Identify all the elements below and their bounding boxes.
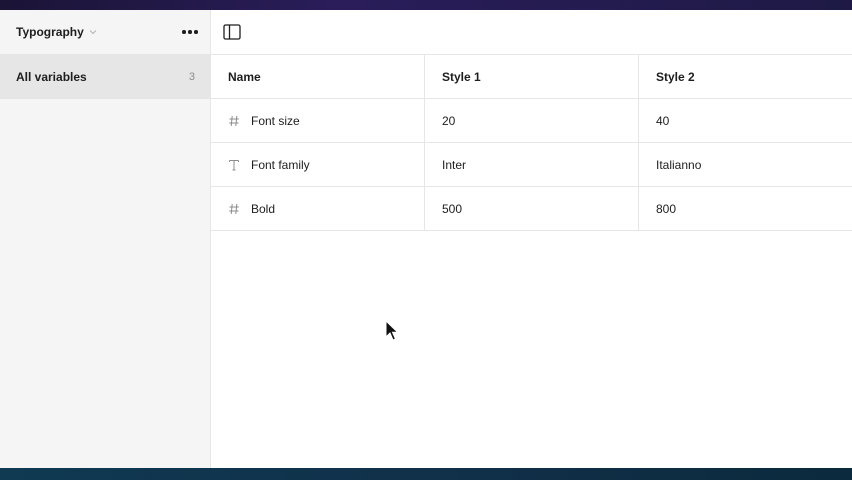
- variable-name-cell[interactable]: Bold: [211, 187, 425, 230]
- more-horizontal-icon: [182, 30, 186, 34]
- variables-table: Name Style 1 Style 2 Font size 20 40 Fon…: [211, 54, 852, 231]
- table-row[interactable]: Font size 20 40: [211, 99, 852, 143]
- sidebar-toggle-icon[interactable]: [223, 24, 241, 40]
- top-backdrop: [0, 0, 852, 10]
- variables-modal: Typography All variables 3 Name Style 1: [0, 10, 852, 468]
- value-cell-style-1[interactable]: Inter: [425, 143, 639, 186]
- text-type-icon: [229, 159, 239, 170]
- column-header-style-2[interactable]: Style 2: [639, 55, 852, 98]
- value-cell-style-1[interactable]: 20: [425, 99, 639, 142]
- column-header-style-1[interactable]: Style 1: [425, 55, 639, 98]
- chevron-down-icon[interactable]: [89, 28, 97, 36]
- number-icon: [229, 115, 239, 126]
- sidebar-item-label: All variables: [16, 69, 87, 84]
- number-icon: [229, 203, 239, 214]
- mouse-cursor-icon: [385, 320, 399, 341]
- table-row[interactable]: Font family Inter Italianno: [211, 143, 852, 187]
- value-cell-style-1[interactable]: 500: [425, 187, 639, 230]
- value-cell-style-2[interactable]: Italianno: [639, 143, 852, 186]
- main-panel: Name Style 1 Style 2 Font size 20 40 Fon…: [211, 10, 852, 468]
- variable-name: Bold: [251, 201, 276, 216]
- toolbar: [211, 10, 852, 54]
- variable-name: Font family: [251, 157, 310, 172]
- bottom-backdrop: [0, 468, 852, 480]
- value-cell-style-2[interactable]: 800: [639, 187, 852, 230]
- value-cell-style-2[interactable]: 40: [639, 99, 852, 142]
- more-options-button[interactable]: [179, 24, 201, 40]
- sidebar-item-all-variables[interactable]: All variables 3: [0, 54, 211, 99]
- sidebar: Typography All variables 3: [0, 10, 211, 468]
- table-row[interactable]: Bold 500 800: [211, 187, 852, 231]
- more-dot: [194, 30, 198, 34]
- column-header-name[interactable]: Name: [211, 55, 425, 98]
- variable-name: Font size: [251, 113, 300, 128]
- variable-name-cell[interactable]: Font family: [211, 143, 425, 186]
- sidebar-item-count: 3: [188, 70, 195, 83]
- collection-title[interactable]: Typography: [16, 25, 84, 39]
- variable-name-cell[interactable]: Font size: [211, 99, 425, 142]
- table-header-row: Name Style 1 Style 2: [211, 55, 852, 99]
- more-dot: [188, 30, 192, 34]
